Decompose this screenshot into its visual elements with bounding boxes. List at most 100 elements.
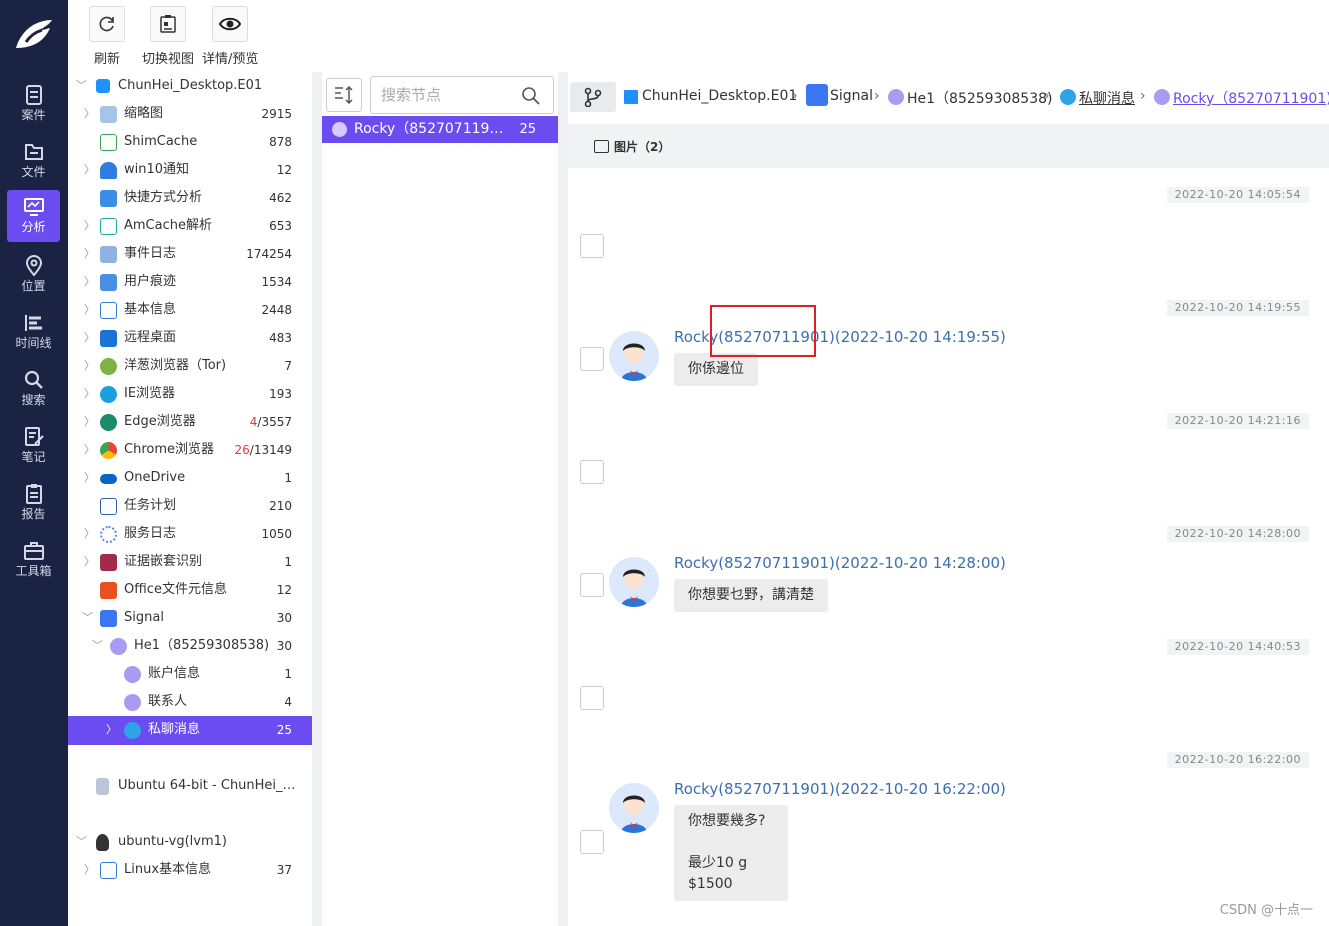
nav-timeline[interactable]: 时间线 (7, 306, 60, 358)
tree-item-remote-desktop[interactable]: 〉 远程桌面 483 (68, 324, 312, 352)
message-checkbox[interactable] (580, 460, 604, 484)
message-checkbox[interactable] (580, 347, 604, 371)
chevron-right-icon[interactable]: 〉 (84, 156, 95, 184)
chevron-right-icon[interactable]: 〉 (84, 548, 95, 576)
tree-item-ie[interactable]: 〉 IE浏览器 193 (68, 380, 312, 408)
chevron-right-icon[interactable]: 〉 (84, 212, 95, 240)
user-avatar-icon (888, 89, 904, 105)
chevron-right-icon[interactable]: 〉 (84, 380, 95, 408)
tree-item-shimcache[interactable]: ShimCache 878 (68, 128, 312, 156)
nested-evidence-icon (100, 554, 117, 571)
user-avatar-icon (124, 694, 141, 711)
breadcrumb-app[interactable]: Signal (830, 88, 873, 104)
contact-pane: Rocky（8527071190... 25 (322, 72, 558, 926)
tree-item-signal[interactable]: ﹀ Signal 30 (68, 604, 312, 632)
chevron-down-icon[interactable]: ﹀ (76, 828, 87, 856)
breadcrumb-contact[interactable]: Rocky（85270711901) (1173, 88, 1329, 108)
message-checkbox[interactable] (580, 234, 604, 258)
tree-item-event-log[interactable]: 〉 事件日志 174254 (68, 240, 312, 268)
breadcrumb-category[interactable]: 私聊消息 (1079, 88, 1135, 108)
tree-item-count: 2915 (261, 107, 292, 121)
chevron-right-icon[interactable]: 〉 (84, 100, 95, 128)
refresh-button[interactable]: 刷新 (89, 6, 125, 67)
tree-item-edge[interactable]: 〉 Edge浏览器 4/3557 (68, 408, 312, 436)
tree-item-label: win10通知 (124, 162, 190, 177)
nav-reports[interactable]: 报告 (7, 477, 60, 529)
tree-item-private-messages[interactable]: 〉 私聊消息 25 (68, 716, 312, 745)
pane-splitter[interactable] (312, 72, 322, 926)
chevron-right-icon[interactable]: 〉 (84, 520, 95, 548)
search-icon[interactable] (521, 86, 541, 106)
sort-button[interactable] (326, 78, 362, 112)
chevron-right-icon[interactable]: 〉 (84, 352, 95, 380)
breadcrumb-account[interactable]: He1（85259308538) (907, 88, 1053, 108)
chevron-right-icon[interactable]: 〉 (84, 464, 95, 492)
tree-item-user-traces[interactable]: 〉 用户痕迹 1534 (68, 268, 312, 296)
tree-item-label: IE浏览器 (124, 386, 176, 401)
tree-item-ubuntu-image[interactable]: Ubuntu 64-bit - ChunHei_De... (68, 772, 312, 800)
tree-item-shortcuts[interactable]: 快捷方式分析 462 (68, 184, 312, 212)
detail-preview-button[interactable]: 详情/预览 (202, 6, 258, 67)
chevron-right-icon[interactable]: 〉 (84, 268, 95, 296)
chevron-right-icon[interactable]: 〉 (84, 436, 95, 464)
switch-view-button[interactable]: 切换视图 (142, 6, 194, 67)
nav-toolbox[interactable]: 工具箱 (7, 534, 60, 586)
tree-item-office-meta[interactable]: Office文件元信息 12 (68, 576, 312, 604)
tree-item-lvm[interactable]: ﹀ ubuntu-vg(lvm1) (68, 828, 312, 856)
basic-info-icon (100, 302, 117, 319)
nav-files[interactable]: 文件 (7, 135, 60, 187)
message-bubble[interactable]: 你想要幾多? 最少10 g $1500 (674, 805, 788, 901)
nav-notes[interactable]: 笔记 (7, 420, 60, 472)
tab-images[interactable]: 图片（2） (594, 138, 670, 155)
contact-item-rocky[interactable]: Rocky（8527071190... 25 (322, 116, 558, 143)
tree-item-service-log[interactable]: 〉 服务日志 1050 (68, 520, 312, 548)
message-checkbox[interactable] (580, 830, 604, 854)
tree-item-win10-notify[interactable]: 〉 win10通知 12 (68, 156, 312, 184)
nav-analysis[interactable]: 分析 (7, 190, 60, 242)
message-bubble[interactable]: 你係邊位 (674, 353, 758, 386)
tree-item-account-he1[interactable]: ﹀ He1（85259308538) 30 (68, 632, 312, 660)
breadcrumb-evidence[interactable]: ChunHei_Desktop.E01 (642, 88, 797, 104)
node-search-input[interactable] (381, 85, 516, 105)
chevron-right-icon[interactable]: 〉 (84, 856, 95, 884)
message-bubble[interactable]: 你想要乜野，講清楚 (674, 579, 828, 612)
tree-item-onedrive[interactable]: 〉 OneDrive 1 (68, 464, 312, 492)
chat-bubble-icon (124, 722, 141, 739)
branch-button[interactable] (570, 82, 616, 112)
tree-item-count: 37 (276, 863, 292, 877)
app-logo (16, 20, 52, 48)
tree-item-label: Office文件元信息 (124, 582, 227, 597)
tree-root[interactable]: ﹀ ChunHei_Desktop.E01 (68, 72, 312, 100)
onedrive-cloud-icon (100, 474, 117, 484)
tree-item-linux-info[interactable]: 〉 Linux基本信息 37 (68, 856, 312, 884)
chevron-right-icon[interactable]: 〉 (84, 408, 95, 436)
tree-item-account-info[interactable]: 账户信息 1 (68, 660, 312, 688)
chevron-right-icon[interactable]: 〉 (106, 716, 117, 744)
chevron-right-icon[interactable]: 〉 (84, 240, 95, 268)
tree-item-amcache[interactable]: 〉 AmCache解析 653 (68, 212, 312, 240)
message-line: 你係邊位 (688, 361, 744, 377)
message-checkbox[interactable] (580, 573, 604, 597)
tree-item-label: 缩略图 (124, 106, 164, 121)
tree-item-chrome[interactable]: 〉 Chrome浏览器 26/13149 (68, 436, 312, 464)
chevron-down-icon[interactable]: ﹀ (82, 604, 93, 632)
tree-item-contacts[interactable]: 联系人 4 (68, 688, 312, 716)
tree-item-basic-info[interactable]: 〉 基本信息 2448 (68, 296, 312, 324)
chevron-down-icon[interactable]: ﹀ (92, 632, 103, 660)
tree-item-count: 1534 (261, 275, 292, 289)
pane-splitter[interactable] (558, 72, 568, 926)
message-checkbox[interactable] (580, 686, 604, 710)
shortcut-folder-icon (100, 190, 117, 207)
tree-item-scheduled-tasks[interactable]: 任务计划 210 (68, 492, 312, 520)
tree-item-thumbnails[interactable]: 〉 缩略图 2915 (68, 100, 312, 128)
tree-item-label: Edge浏览器 (124, 414, 196, 429)
tree-item-tor[interactable]: 〉 洋葱浏览器（Tor) 7 (68, 352, 312, 380)
nav-cases[interactable]: 案件 (7, 78, 60, 130)
nav-search[interactable]: 搜索 (7, 363, 60, 415)
chevron-right-icon[interactable]: 〉 (84, 296, 95, 324)
chevron-right-icon[interactable]: 〉 (84, 324, 95, 352)
nav-location[interactable]: 位置 (7, 249, 60, 301)
message-line: $1500 (688, 876, 733, 892)
chevron-down-icon[interactable]: ﹀ (76, 72, 87, 100)
tree-item-nested-evidence[interactable]: 〉 证据嵌套识别 1 (68, 548, 312, 576)
